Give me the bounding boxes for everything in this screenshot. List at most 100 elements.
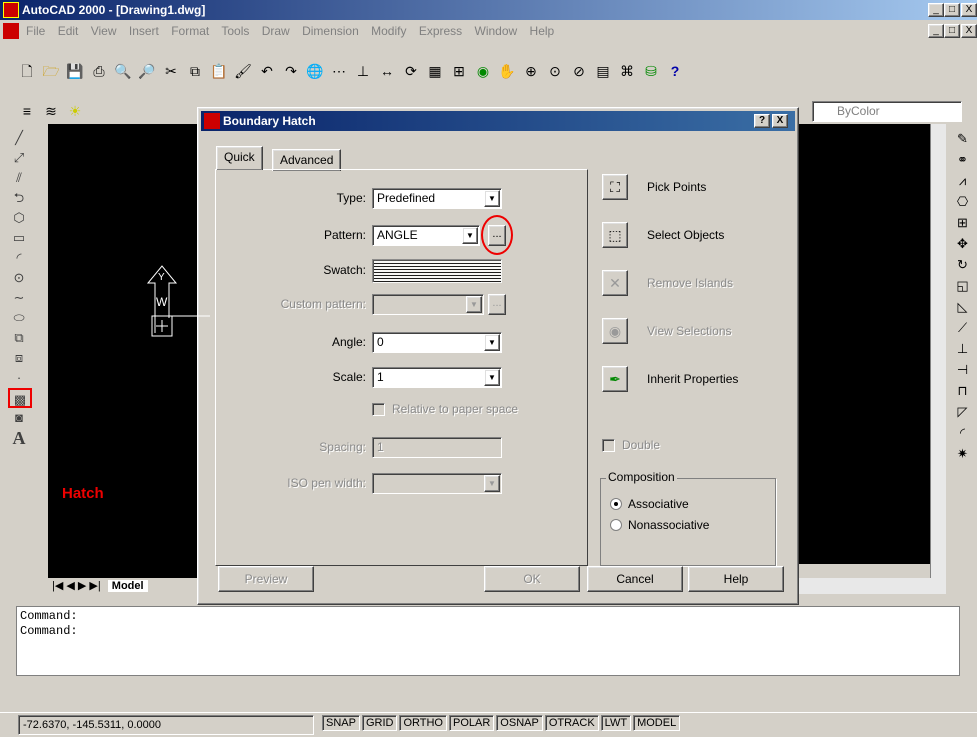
- trim-icon[interactable]: ⊥: [948, 338, 977, 359]
- doc-minimize-button[interactable]: _: [928, 24, 944, 38]
- cancel-button[interactable]: Cancel: [587, 566, 683, 592]
- layer-state-icon[interactable]: ☀: [64, 100, 86, 122]
- tab-quick[interactable]: Quick: [216, 146, 263, 170]
- redraw-icon[interactable]: ⟳: [400, 60, 422, 82]
- maximize-button[interactable]: □: [944, 3, 960, 17]
- chamfer-icon[interactable]: ◸: [948, 401, 977, 422]
- undo-icon[interactable]: ↶: [256, 60, 278, 82]
- fillet-icon[interactable]: ◜: [948, 422, 977, 443]
- chevron-down-icon[interactable]: ▼: [484, 334, 500, 351]
- offset-icon[interactable]: ⎔: [948, 191, 977, 212]
- type-dropdown[interactable]: Predefined ▼: [372, 188, 502, 209]
- remove-islands-button[interactable]: ✕: [602, 270, 628, 296]
- chevron-down-icon[interactable]: ▼: [466, 296, 482, 313]
- db-connect-icon[interactable]: ⛁: [640, 60, 662, 82]
- associative-radio[interactable]: [610, 498, 622, 510]
- lengthen-icon[interactable]: ⟋: [948, 317, 977, 338]
- cut-icon[interactable]: ✂: [160, 60, 182, 82]
- dialog-help-button[interactable]: ?: [754, 114, 770, 128]
- grid-toggle[interactable]: GRID: [361, 715, 398, 731]
- minimize-button[interactable]: _: [928, 3, 944, 17]
- paste-icon[interactable]: 📋: [208, 60, 230, 82]
- web-icon[interactable]: 🌐: [304, 60, 326, 82]
- distance-icon[interactable]: ↔: [376, 60, 398, 82]
- drawing-canvas-right[interactable]: [796, 124, 930, 564]
- stretch-icon[interactable]: ◺: [948, 296, 977, 317]
- relative-paper-checkbox[interactable]: [372, 403, 385, 416]
- print-icon[interactable]: ⎙: [88, 60, 110, 82]
- polar-toggle[interactable]: POLAR: [449, 715, 495, 731]
- line-icon[interactable]: ╱: [4, 128, 34, 148]
- vertical-scrollbar[interactable]: [930, 124, 946, 594]
- otrack-toggle[interactable]: OTRACK: [544, 715, 599, 731]
- mtext-icon[interactable]: A: [4, 428, 34, 448]
- find-icon[interactable]: 🔎: [136, 60, 158, 82]
- nonassociative-radio[interactable]: [610, 519, 622, 531]
- save-icon[interactable]: 💾: [64, 60, 86, 82]
- iso-pen-width-dropdown[interactable]: ▼: [372, 473, 502, 494]
- open-icon[interactable]: 🗁: [40, 60, 62, 82]
- swatch-preview[interactable]: [372, 259, 502, 283]
- menu-window[interactable]: Window: [475, 24, 518, 38]
- custom-pattern-dropdown[interactable]: ▼: [372, 294, 484, 315]
- insert-block-icon[interactable]: ⧉: [4, 328, 34, 348]
- custom-browse-button[interactable]: ...: [488, 294, 506, 315]
- chevron-down-icon[interactable]: ▼: [484, 369, 500, 386]
- horizontal-scrollbar[interactable]: [796, 578, 946, 594]
- copy-icon[interactable]: ⧉: [184, 60, 206, 82]
- mirror-icon[interactable]: ⩘: [948, 170, 977, 191]
- make-block-icon[interactable]: ⧈: [4, 348, 34, 368]
- pick-points-button[interactable]: ⛶: [602, 174, 628, 200]
- redo-icon[interactable]: ↷: [280, 60, 302, 82]
- double-checkbox[interactable]: [602, 439, 615, 452]
- inherit-properties-button[interactable]: ✒: [602, 366, 628, 392]
- menu-dimension[interactable]: Dimension: [302, 24, 359, 38]
- arc-icon[interactable]: ◜: [4, 248, 34, 268]
- erase-icon[interactable]: ✎: [948, 128, 977, 149]
- help-icon[interactable]: ?: [664, 60, 686, 82]
- rectangle-icon[interactable]: ▭: [4, 228, 34, 248]
- region-icon[interactable]: ◙: [4, 408, 34, 428]
- array-icon[interactable]: ⊞: [948, 212, 977, 233]
- doc-restore-button[interactable]: □: [944, 24, 960, 38]
- angle-dropdown[interactable]: 0 ▼: [372, 332, 502, 353]
- chevron-down-icon[interactable]: ▼: [462, 227, 478, 244]
- spline-icon[interactable]: ∼: [4, 288, 34, 308]
- move-icon[interactable]: ✥: [948, 233, 977, 254]
- menu-tools[interactable]: Tools: [221, 24, 249, 38]
- design-center-icon[interactable]: ⌘: [616, 60, 638, 82]
- help-button[interactable]: Help: [688, 566, 784, 592]
- tab-model[interactable]: Model: [107, 580, 148, 592]
- doc-close-button[interactable]: X: [961, 24, 977, 38]
- menu-edit[interactable]: Edit: [58, 24, 79, 38]
- menu-insert[interactable]: Insert: [129, 24, 159, 38]
- copy-object-icon[interactable]: ⚭: [948, 149, 977, 170]
- new-icon[interactable]: 🗋: [16, 60, 38, 82]
- drawing-canvas[interactable]: [48, 124, 208, 594]
- named-views-icon[interactable]: ▦: [424, 60, 446, 82]
- scale-icon[interactable]: ◱: [948, 275, 977, 296]
- view-selections-button[interactable]: ◉: [602, 318, 628, 344]
- spacing-field[interactable]: 1: [372, 437, 502, 458]
- ok-button[interactable]: OK: [484, 566, 580, 592]
- point-icon[interactable]: ·: [4, 368, 34, 388]
- menu-format[interactable]: Format: [171, 24, 209, 38]
- osnap-icon[interactable]: ⋯: [328, 60, 350, 82]
- pan-icon[interactable]: ✋: [496, 60, 518, 82]
- menu-help[interactable]: Help: [530, 24, 555, 38]
- zoom-previous-icon[interactable]: ⊘: [568, 60, 590, 82]
- ortho-toggle[interactable]: ORTHO: [399, 715, 447, 731]
- zoom-realtime-icon[interactable]: ⊕: [520, 60, 542, 82]
- multiline-icon[interactable]: ⫽: [4, 168, 34, 188]
- pattern-dropdown[interactable]: ANGLE ▼: [372, 225, 480, 246]
- osnap-toggle[interactable]: OSNAP: [496, 715, 543, 731]
- explode-icon[interactable]: ✷: [948, 443, 977, 464]
- chevron-down-icon[interactable]: ▼: [484, 190, 500, 207]
- tab-advanced[interactable]: Advanced: [272, 149, 342, 171]
- menu-draw[interactable]: Draw: [262, 24, 290, 38]
- lwt-toggle[interactable]: LWT: [600, 715, 632, 731]
- menu-file[interactable]: File: [26, 24, 45, 38]
- circle-icon[interactable]: ⊙: [4, 268, 34, 288]
- break-icon[interactable]: ⊓: [948, 380, 977, 401]
- layers-icon[interactable]: ≡: [16, 100, 38, 122]
